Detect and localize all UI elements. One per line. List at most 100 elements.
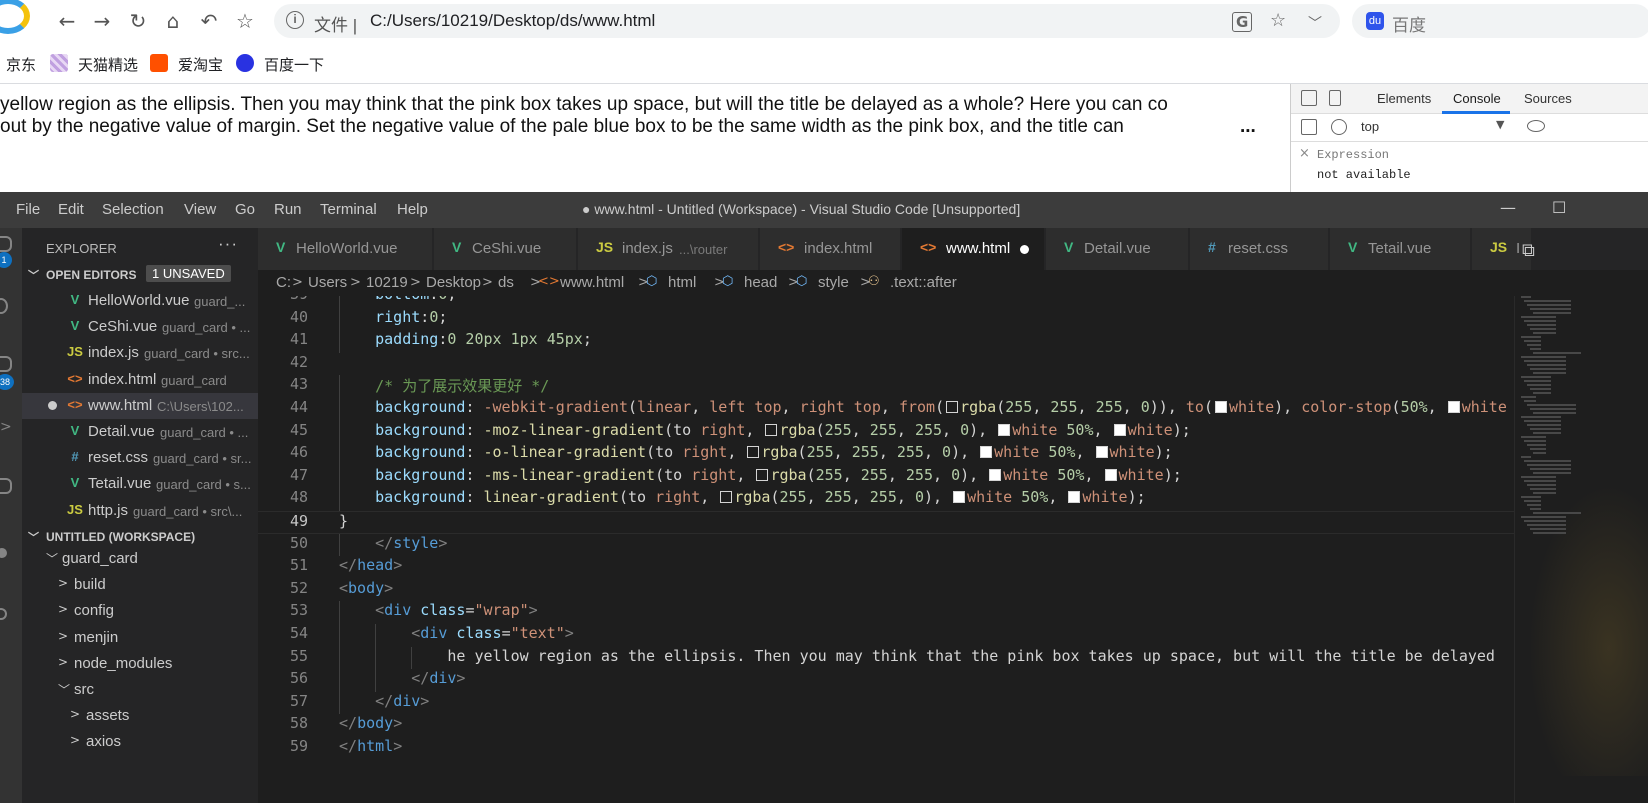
page-content: yellow region as the ellipsis. Then you … [0,84,1290,192]
home-icon[interactable]: ⌂ [160,8,186,34]
unsaved-dot-icon[interactable] [1020,245,1029,254]
sidebar-toggle-icon[interactable] [1301,119,1317,135]
minimap[interactable] [1514,296,1648,803]
open-editor-item[interactable]: V Tetail.vue guard_card • s... [22,471,258,497]
editor-tab[interactable]: # reset.css [1190,228,1329,270]
minimap-line [1533,532,1566,534]
open-editor-item[interactable]: JS http.js guard_card • src\... [22,498,258,524]
menu-help[interactable]: Help [397,201,428,218]
minimize-icon[interactable]: — [1500,198,1516,217]
editor-tab[interactable]: JS index.js ...\router [578,228,759,270]
editor-tab[interactable]: V Tetail.vue [1330,228,1471,270]
menu-go[interactable]: Go [235,201,255,218]
back-arrow-icon[interactable]: ← [54,8,80,34]
breadcrumb-item[interactable]: Desktop [426,274,481,291]
tab-sources[interactable]: Sources [1524,91,1572,106]
remote-icon[interactable] [0,548,7,558]
editor-tab[interactable]: <> www.html [902,228,1045,270]
unsaved-dot-icon[interactable] [48,400,57,410]
search-input[interactable]: 百度 [1392,11,1426,36]
tree-item-label: axios [86,733,122,751]
inspect-element-icon[interactable] [1301,90,1317,106]
clear-console-icon[interactable] [1331,119,1347,135]
run-debug-icon[interactable]: > [0,418,12,435]
menu-run[interactable]: Run [274,201,302,218]
tab-elements[interactable]: Elements [1377,91,1431,106]
context-select[interactable]: top [1361,119,1511,137]
context-dropdown-icon[interactable]: ▼ [1496,118,1504,131]
menu-view[interactable]: View [184,201,216,218]
open-editor-item[interactable]: V Detail.vue guard_card • ... [22,419,258,445]
address-url[interactable]: C:/Users/10219/Desktop/ds/www.html [370,11,655,31]
tab-console[interactable]: Console [1453,91,1501,106]
taobao-icon [150,54,168,72]
undo-icon[interactable]: ↶ [196,8,222,34]
explorer-files-icon[interactable] [0,236,12,252]
open-editor-item[interactable]: V HelloWorld.vue guard_... [22,288,258,314]
favorites-star-icon[interactable]: ☆ [232,8,258,34]
breadcrumb-item[interactable]: C: [276,274,291,291]
line-number: 54 [289,624,308,642]
tree-item[interactable]: ﹀ src [22,677,258,703]
open-editor-item[interactable]: <> index.html guard_card [22,367,258,393]
tree-item[interactable]: > config [22,598,258,624]
bookmark-jd[interactable]: 京东 [6,54,36,75]
open-editors-header[interactable]: ﹀ OPEN EDITORS 1 UNSAVED [22,264,258,286]
bookmark-baidu[interactable]: 百度一下 [264,54,324,75]
translate-icon[interactable]: G [1232,12,1253,32]
breadcrumb-item[interactable]: ds [498,274,514,291]
chevron-down-icon[interactable]: ﹀ [1308,13,1322,33]
breadcrumb-item[interactable]: 10219 [366,274,408,291]
site-info-icon[interactable]: i [286,11,304,29]
open-editor-name: index.js [88,344,139,362]
line-number: 41 [289,330,308,349]
open-editor-item[interactable]: V CeShi.vue guard_card • ... [22,314,258,340]
browser-toolbar: ← → ↻ ⌂ ↶ ☆ i 文件 | C:/Users/10219/Deskto… [0,0,1648,44]
menu-edit[interactable]: Edit [58,201,84,218]
breadcrumb-item[interactable]: Users [308,274,347,291]
reload-icon[interactable]: ↻ [125,8,151,34]
workspace-header[interactable]: ﹀ UNTITLED (WORKSPACE) [22,526,258,548]
search-icon[interactable] [0,298,8,314]
breadcrumb-item[interactable]: www.html [560,274,624,291]
search-box[interactable]: du 百度 [1352,4,1648,38]
tab-label: HelloWorld.vue [296,240,398,257]
editor-tab[interactable]: V HelloWorld.vue [258,228,433,270]
more-actions-icon[interactable]: ··· [218,234,238,254]
tree-item[interactable]: > assets [22,703,258,729]
eye-icon[interactable] [1527,120,1545,132]
forward-arrow-icon[interactable]: → [89,8,115,34]
tree-item[interactable]: ﹀ guard_card [22,546,258,572]
close-expression-icon[interactable]: × [1299,146,1310,161]
menu-terminal[interactable]: Terminal [320,201,377,218]
open-editor-item[interactable]: # reset.css guard_card • sr... [22,445,258,471]
breadcrumb-item[interactable]: html [668,274,696,291]
menu-selection[interactable]: Selection [102,201,164,218]
breadcrumb-item[interactable]: style [818,274,849,291]
breadcrumb-item[interactable]: head [744,274,777,291]
editor-tab[interactable]: V CeShi.vue [434,228,577,270]
timeline-icon[interactable] [0,608,7,620]
editor-tab[interactable]: <> index.html [760,228,901,270]
editor-tab[interactable]: V Detail.vue [1046,228,1189,270]
bookmark-tmall[interactable]: 天猫精选 [78,54,138,75]
tree-item[interactable]: > build [22,572,258,598]
menu-file[interactable]: File [16,201,40,218]
breadcrumb-item[interactable]: .text::after [890,274,957,291]
open-editor-item[interactable]: <> www.html C:\Users\102... [22,392,258,419]
tree-item[interactable]: > menjin [22,625,258,651]
bookmark-taobao[interactable]: 爱淘宝 [178,54,223,75]
maximize-icon[interactable]: ☐ [1552,198,1566,217]
bookmark-star-icon[interactable]: ☆ [1270,10,1286,31]
tree-item[interactable]: > axios [22,729,258,755]
extensions-icon[interactable] [0,478,12,494]
html-file-icon: <> [538,274,560,289]
tree-item[interactable]: > node_modules [22,651,258,677]
open-editor-description: guard_card • ... [162,320,251,336]
address-bar[interactable]: i 文件 | C:/Users/10219/Desktop/ds/www.htm… [274,4,1340,38]
source-control-icon[interactable] [0,356,12,372]
open-editor-item[interactable]: JS index.js guard_card • src... [22,340,258,366]
code-editor[interactable]: 39 bottom:0;40 right:0;41 padding:0 20px… [258,296,1514,803]
split-editor-icon[interactable]: ⧉ [1522,240,1535,261]
device-toolbar-icon[interactable] [1329,90,1341,106]
